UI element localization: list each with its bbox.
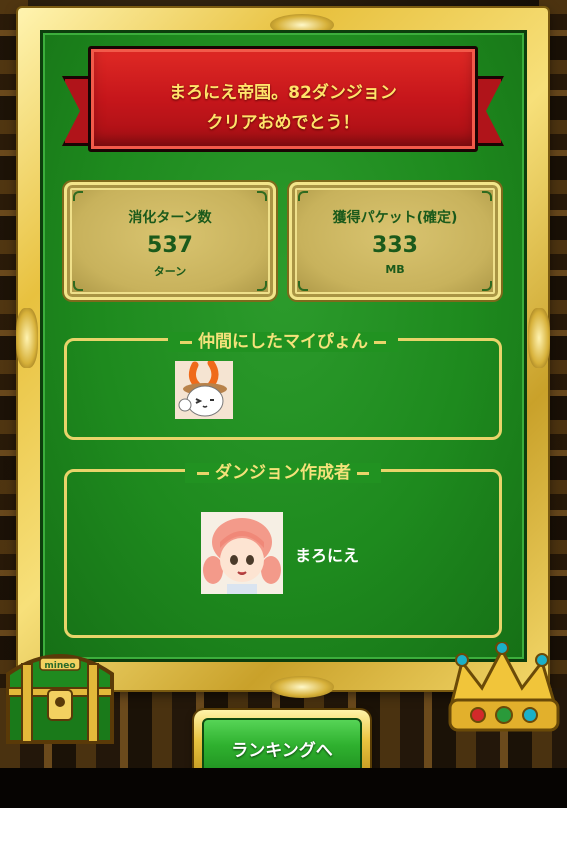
frame-bottom-ornament [270, 676, 334, 698]
banner-congrats: クリアおめでとう！ [206, 113, 360, 133]
companions-panel: 仲間にしたマイぴょん [64, 332, 502, 440]
creator-name[interactable]: まろにえ [295, 542, 359, 566]
creator-panel: ダンジョン作成者 まろにえ [64, 463, 502, 638]
companions-title: 仲間にしたマイぴょん [168, 332, 398, 352]
creator-title: ダンジョン作成者 [185, 463, 381, 483]
treasure-chest-icon: mineo [0, 634, 120, 754]
turns-label: 消化ターン数 [128, 210, 212, 226]
bottom-bar [0, 768, 567, 808]
packets-unit: MB [385, 263, 405, 276]
girl-avatar-icon[interactable] [201, 512, 283, 594]
banner-title: まろにえ帝国。82ダンジョン [169, 83, 397, 103]
frame-left-ornament [16, 308, 38, 368]
rabbit-avatar-icon[interactable] [175, 361, 233, 419]
packets-value: 333 [372, 233, 418, 258]
turns-unit: ターン [153, 265, 187, 278]
packets-stat-box: 獲得パケット(確定) 333 MB [289, 182, 501, 300]
frame-right-ornament [528, 308, 550, 368]
packets-label: 獲得パケット(確定) [332, 210, 458, 226]
crown-icon [442, 641, 564, 748]
turns-value: 537 [147, 233, 193, 258]
result-screen: まろにえ帝国。82ダンジョン クリアおめでとう！ 消化ターン数 537 ターン … [0, 0, 567, 808]
clear-banner: まろにえ帝国。82ダンジョン クリアおめでとう！ [62, 46, 504, 162]
turns-stat-box: 消化ターン数 537 ターン [64, 182, 276, 300]
chest-label: mineo [44, 661, 75, 671]
